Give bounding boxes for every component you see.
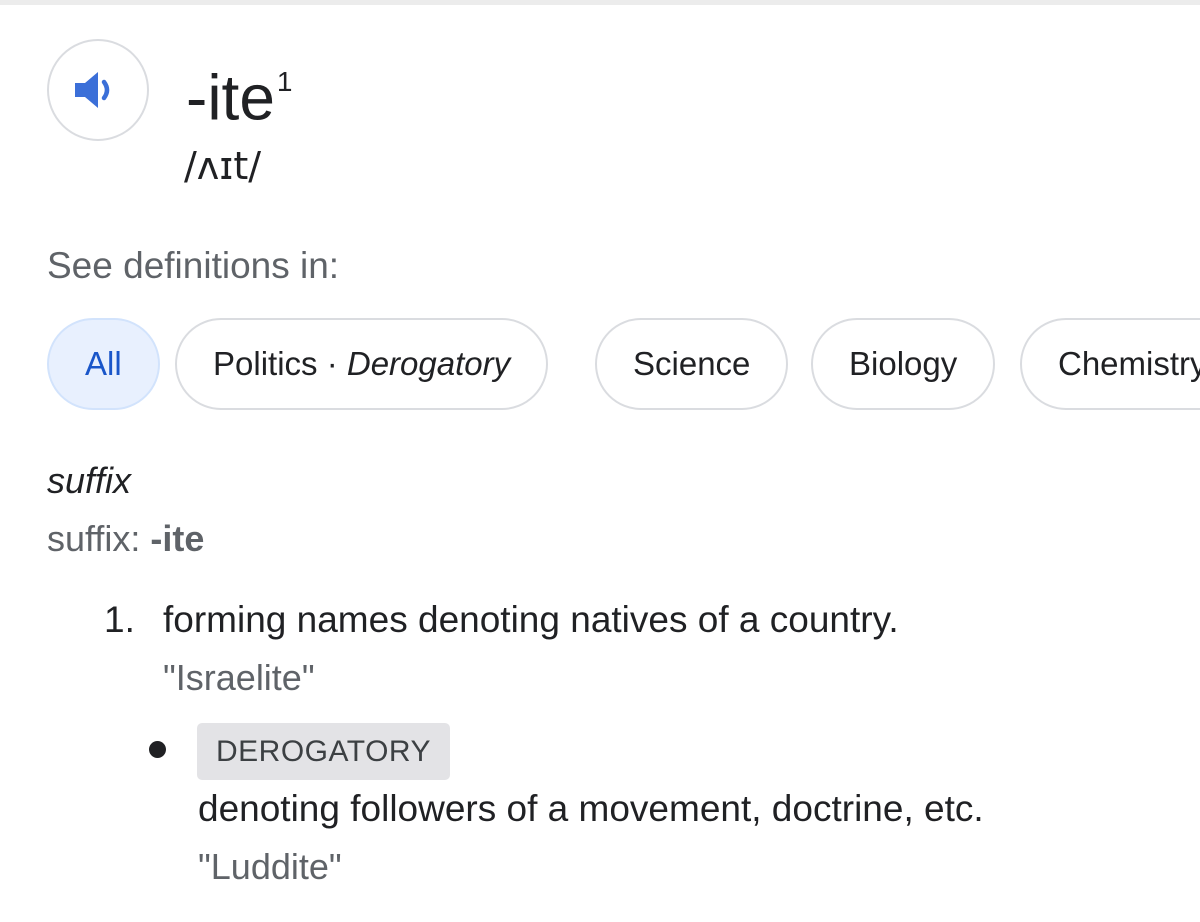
chip-label: Science <box>633 345 751 382</box>
chip-chemistry[interactable]: Chemistry <box>1020 318 1200 410</box>
chip-sublabel: Derogatory <box>346 345 511 382</box>
chip-politics-derogatory[interactable]: Politics · Derogatory <box>175 318 549 410</box>
chip-label: All <box>85 345 122 382</box>
sub-definition-example: "Luddite" <box>198 846 342 887</box>
form-value: -ite <box>150 518 205 559</box>
chip-biology[interactable]: Biology <box>811 318 996 410</box>
headword: -ite1 <box>186 48 292 137</box>
headword-text: -ite <box>186 61 275 134</box>
usage-label-badge: DEROGATORY <box>197 723 451 780</box>
chip-label: Chemistry <box>1058 345 1200 382</box>
phonetic-transcription: /ʌɪt/ <box>184 144 262 188</box>
top-divider <box>0 0 1200 5</box>
speaker-icon <box>75 72 110 108</box>
sub-definition-bullet <box>149 741 166 758</box>
chip-label: Biology <box>849 345 958 382</box>
form-label: suffix: <box>47 518 151 559</box>
category-chip-row: All Politics · Derogatory Science Biolog… <box>47 318 1200 410</box>
part-of-speech: suffix <box>47 460 132 501</box>
chip-label: Politics · <box>213 345 347 382</box>
form-line: suffix: -ite <box>47 516 204 562</box>
homograph-number: 1 <box>276 66 293 97</box>
chip-all[interactable]: All <box>47 318 160 410</box>
chip-science[interactable]: Science <box>595 318 789 410</box>
sub-definition-text: denoting followers of a movement, doctri… <box>198 788 984 829</box>
see-definitions-label: See definitions in: <box>47 245 340 286</box>
definition-number: 1. <box>104 599 135 640</box>
pronunciation-audio-button[interactable] <box>47 39 149 141</box>
definition-example: "Israelite" <box>163 657 315 698</box>
definition-text: forming names denoting natives of a coun… <box>163 599 899 640</box>
